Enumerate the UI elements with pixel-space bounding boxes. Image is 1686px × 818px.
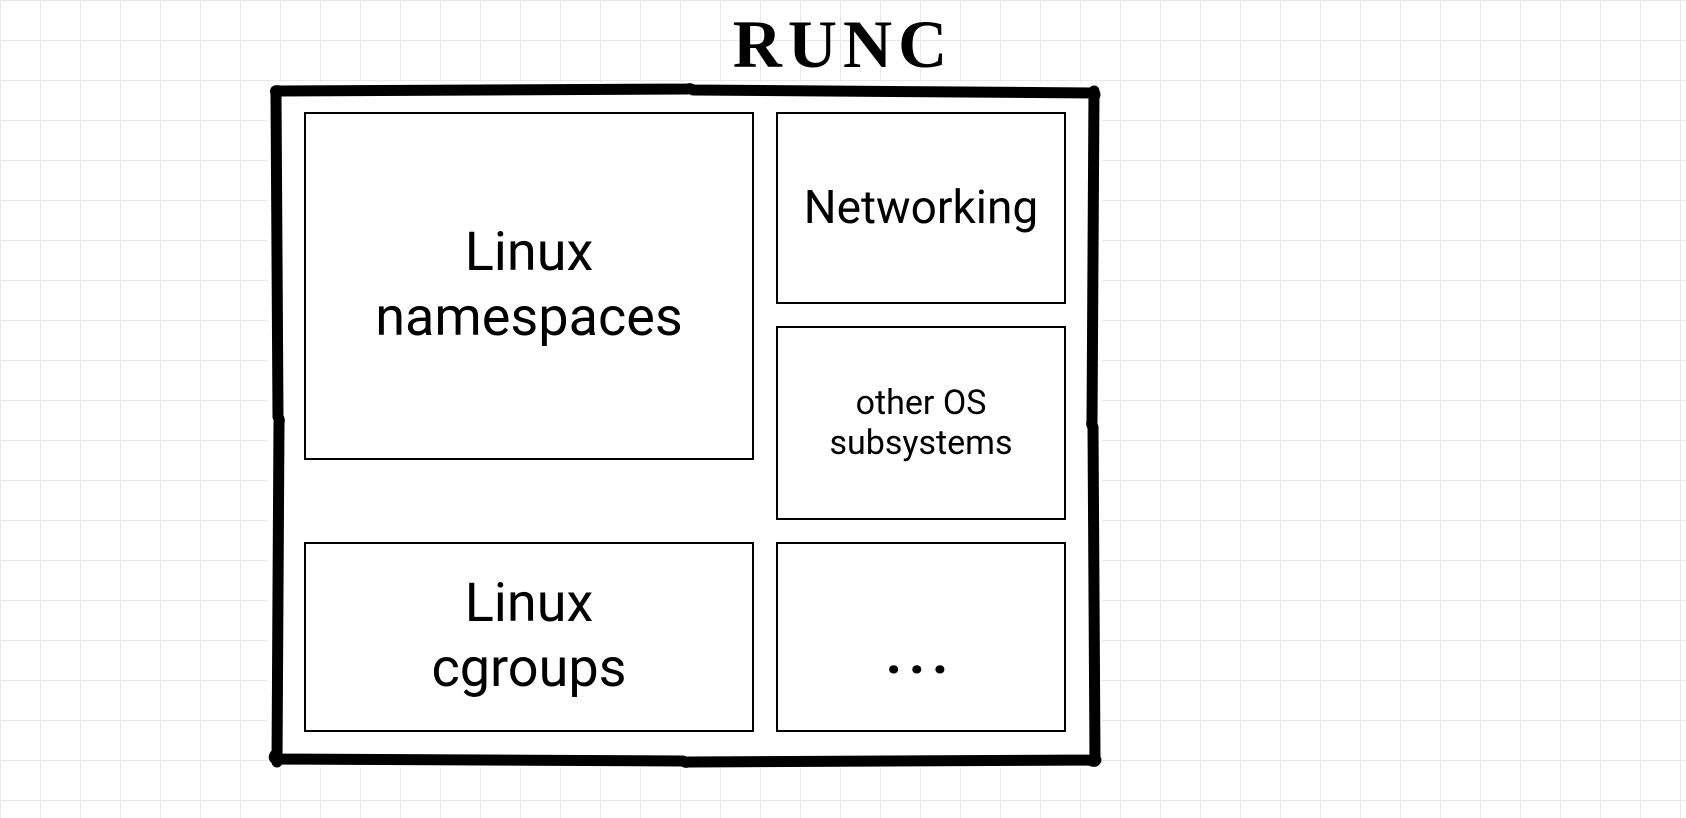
box-networking: Networking [776, 112, 1066, 304]
inner-grid: Linux namespaces Networking other OS sub… [304, 112, 1066, 738]
diagram-title: RUNC [733, 5, 953, 84]
box-ellipsis: ... [776, 542, 1066, 732]
label-dots: ... [886, 588, 955, 686]
box-linux-cgroups: Linux cgroups [304, 542, 754, 732]
label-other: other OS subsystems [788, 383, 1054, 463]
runc-container: Linux namespaces Networking other OS sub… [268, 82, 1102, 768]
label-namespaces: Linux namespaces [375, 221, 683, 351]
label-networking: Networking [804, 181, 1038, 235]
box-linux-namespaces: Linux namespaces [304, 112, 754, 460]
box-other-subsystems: other OS subsystems [776, 326, 1066, 520]
label-cgroups: Linux cgroups [431, 572, 626, 702]
